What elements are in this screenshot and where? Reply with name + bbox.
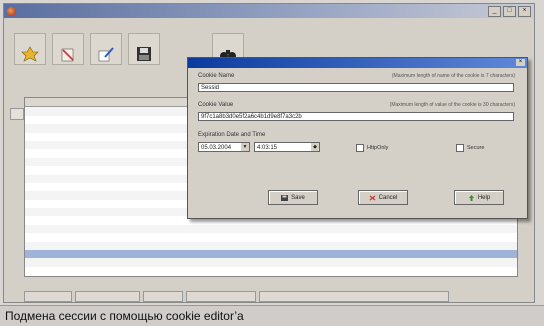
date-picker[interactable]: 05.03.2004 ▼ <box>198 142 250 152</box>
table-row[interactable] <box>25 241 517 251</box>
table-row[interactable] <box>25 224 517 234</box>
cookie-name-input[interactable]: Sessid <box>198 83 514 92</box>
cookie-name-label: Cookie Name <box>198 73 235 79</box>
secure-label: Secure <box>467 145 485 151</box>
toolbar-button-edit[interactable] <box>90 33 122 65</box>
figure-caption: Подмена сессии с помощью cookie editor’a <box>0 305 544 326</box>
help-button[interactable]: Help <box>454 190 504 205</box>
delete-icon <box>61 48 74 62</box>
status-panel <box>143 291 183 302</box>
app-window: _ □ × × Cookie Name (Maximum length of n… <box>3 3 535 303</box>
cookie-name-hint: (Maximum length of name of the cookie is… <box>391 73 515 79</box>
menu-bar <box>4 18 534 29</box>
httponly-checkbox[interactable]: HttpOnly <box>356 144 388 152</box>
status-bar <box>24 291 449 302</box>
caption-text: Подмена сессии с помощью cookie editor’a <box>5 309 244 323</box>
spinner-icon[interactable]: ◆ <box>311 143 319 151</box>
httponly-label: HttpOnly <box>367 145 389 151</box>
secure-checkbox[interactable]: Secure <box>456 144 484 152</box>
time-picker[interactable]: 4:03:15 ◆ <box>254 142 320 152</box>
chevron-down-icon[interactable]: ▼ <box>241 143 249 151</box>
refresh-icon <box>21 46 39 62</box>
app-icon <box>7 6 16 16</box>
status-panel <box>259 291 449 302</box>
cookie-value-label: Cookie Value <box>198 102 234 108</box>
status-panel <box>75 291 140 302</box>
cancel-button[interactable]: Cancel <box>358 190 408 205</box>
dialog-titlebar: × <box>188 58 527 68</box>
floppy-disk-icon <box>137 47 151 61</box>
expiration-label: Expiration Date and Time <box>198 132 266 138</box>
edit-icon <box>98 47 114 62</box>
toolbar-button-delete[interactable] <box>52 33 84 65</box>
cookie-value-input[interactable]: 9f7c1a8b3d0e5f2a6c4b1d9e8f7a3c2b <box>198 112 514 121</box>
status-panel <box>24 291 72 302</box>
help-button-label: Help <box>477 194 491 201</box>
cancel-button-label: Cancel <box>378 194 398 201</box>
close-icon[interactable]: × <box>518 5 531 17</box>
save-button[interactable]: Save <box>268 190 318 205</box>
time-value: 4:03:15 <box>257 145 278 151</box>
save-button-label: Save <box>291 194 305 201</box>
tab-cookies[interactable] <box>10 108 24 120</box>
table-row[interactable] <box>25 258 517 267</box>
date-value: 05.03.2004 <box>201 145 232 151</box>
toolbar-button-refresh[interactable] <box>14 33 46 65</box>
cancel-icon <box>369 195 376 200</box>
dialog-close-icon[interactable]: × <box>516 59 525 66</box>
maximize-icon[interactable]: □ <box>503 5 516 17</box>
cookie-editor-dialog: × Cookie Name (Maximum length of name of… <box>187 57 528 219</box>
table-row[interactable] <box>25 233 517 241</box>
save-icon <box>281 194 289 201</box>
cookie-value-hint: (Maximum length of value of the cookie i… <box>389 102 515 108</box>
minimize-icon[interactable]: _ <box>488 5 501 17</box>
checkbox-box[interactable] <box>456 144 464 152</box>
window-controls: _ □ × <box>488 5 531 17</box>
help-icon <box>468 194 474 201</box>
status-panel <box>186 291 256 302</box>
window-titlebar: _ □ × <box>4 4 534 18</box>
toolbar-button-save[interactable] <box>128 33 160 65</box>
checkbox-box[interactable] <box>356 144 364 152</box>
table-row-selected[interactable] <box>25 250 517 259</box>
